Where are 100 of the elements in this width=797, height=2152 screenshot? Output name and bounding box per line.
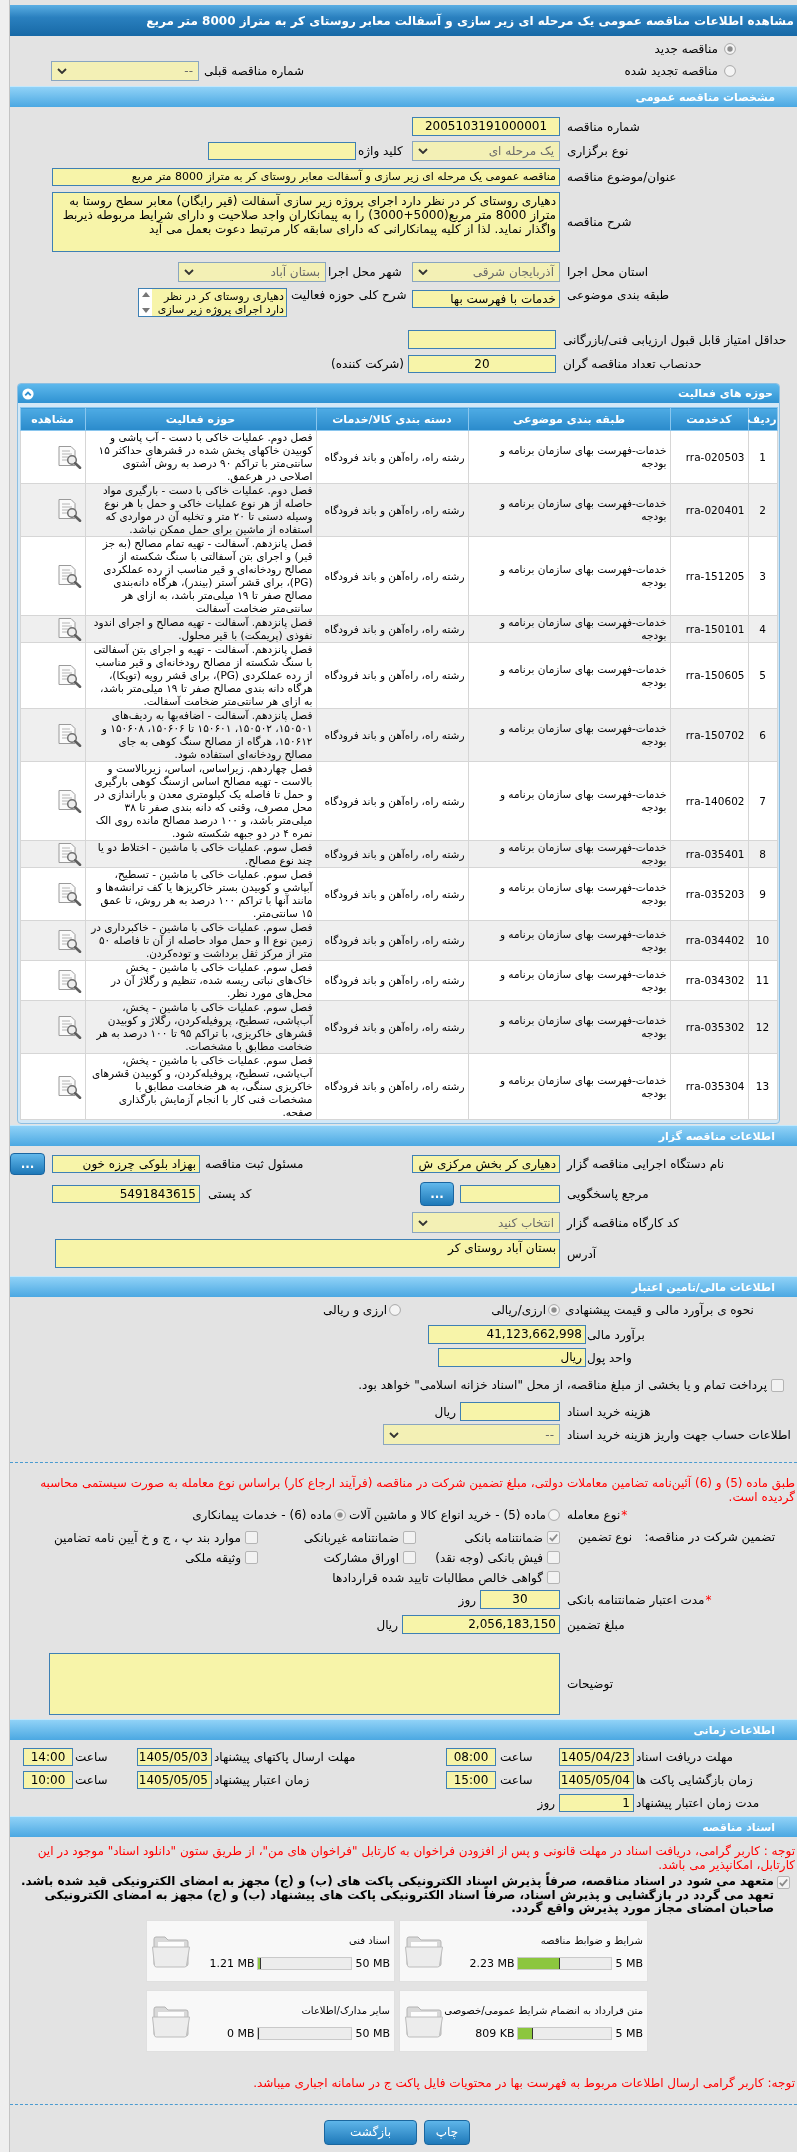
input-field[interactable]: 1405/05/03	[137, 1748, 212, 1766]
input-field[interactable]: 2,056,183,150	[402, 1615, 560, 1634]
field-label: اطلاعات حساب جهت واریز هزینه خرید اسناد	[567, 1427, 791, 1442]
notice-text: توجه: کاربر گرامی ارسال اطلاعات مربوط به فهرست بها در محتویات فایل پاکت ج در سامانه اجباری میباشد.	[252, 2075, 796, 2090]
table-cell: 1	[748, 430, 777, 484]
input-field[interactable]: خدمات با فهرست بها	[412, 290, 560, 308]
field-label: زمان اعتبار پیشنهاد	[214, 1773, 310, 1787]
field-label: مهلت دریافت اسناد	[636, 1750, 733, 1764]
document-search-icon[interactable]	[55, 1074, 82, 1099]
checkbox[interactable]	[547, 1571, 560, 1584]
input-field[interactable]: ریال	[438, 1348, 586, 1367]
input-field[interactable]: بهزاد بلوکی چرزه خون	[52, 1155, 200, 1173]
table-cell: فصل پانزدهم. آسفالت - تهیه و اجرای بتن آسفالتی با سنگ شکسته از مصالح رودخانه‌ای و قیر مناسب از رده عملکردی (PG)، برای قشر رویه (توپکا)، هرگاه دانه بندی مصالح صفر تا ۱۹ میلی‌متر باشد، به ازای هر سانتی‌متر ضخامت آسفالت.	[85, 642, 316, 709]
table-cell: rra-020503	[670, 430, 748, 484]
list-box[interactable]: دهیاری روستای کر در نظر دارد اجرای پروژه زیر سازی	[138, 288, 287, 317]
unit-label: ریال	[376, 1617, 398, 1632]
caret-icon	[184, 269, 194, 275]
table-cell: فصل سوم. عملیات خاکی با ماشین - اختلاط دو یا چند نوع مصالح.	[85, 840, 316, 868]
field-label: تضمین شرکت در مناقصه:	[644, 1530, 775, 1544]
input-field[interactable]	[460, 1185, 560, 1203]
document-search-icon[interactable]	[55, 968, 82, 993]
column-header: طبقه بندی موضوعی	[468, 407, 670, 431]
checkbox-label: اوراق مشارکت	[323, 1550, 399, 1565]
document-search-icon[interactable]	[55, 564, 82, 588]
input-field[interactable]: 1405/05/05	[137, 1771, 212, 1789]
checkbox[interactable]	[547, 1551, 560, 1564]
radio-button[interactable]	[548, 1509, 560, 1521]
input-field[interactable]: 41,123,662,998	[428, 1325, 586, 1344]
document-search-icon[interactable]	[55, 617, 82, 641]
input-field[interactable]: 30	[480, 1590, 560, 1609]
collapse-icon[interactable]	[22, 387, 34, 400]
dropdown[interactable]: یک مرحله ای	[412, 141, 560, 161]
input-field[interactable]	[460, 1402, 560, 1421]
input-field[interactable]: 08:00	[446, 1748, 496, 1766]
checkbox[interactable]	[403, 1551, 416, 1564]
table-cell: رشته راه، راه‌آهن و باند فرودگاه	[316, 867, 468, 921]
scroll-up-icon[interactable]	[141, 292, 150, 297]
column-header: ردیف	[748, 407, 777, 431]
size-limit: 5 MB	[615, 2027, 643, 2040]
input-field[interactable]: 14:00	[23, 1748, 73, 1766]
input-field[interactable]	[408, 330, 556, 349]
input-field[interactable]: 1	[559, 1794, 634, 1812]
document-search-icon[interactable]	[55, 663, 82, 688]
field-label: آدرس	[567, 1246, 597, 1261]
dropdown[interactable]: آذربایجان شرقی	[412, 262, 560, 282]
document-search-icon[interactable]	[55, 1015, 82, 1039]
checkbox[interactable]	[547, 1531, 560, 1544]
input-field[interactable]: 1405/04/23	[559, 1748, 634, 1766]
document-search-icon[interactable]	[55, 498, 82, 522]
scroll-down-icon[interactable]	[141, 308, 150, 313]
radio-button[interactable]	[389, 1304, 402, 1316]
document-search-icon[interactable]	[55, 928, 82, 953]
table-cell: خدمات-فهرست بهای سازمان برنامه و بودجه	[468, 960, 670, 1001]
checkbox[interactable]	[771, 1378, 784, 1392]
input-field[interactable]: 10:00	[23, 1771, 73, 1789]
browse-button[interactable]: ...	[10, 1153, 45, 1175]
text-area[interactable]: دهیاری روستای کر در نظر دارد اجرای پروژه زیر سازی آسفالت (قیر رایگان) معابر سطح روستا به متراز 8000 متر مربع(5000+3000) را به پیمانکاران واجد صلاحیت و دارای شرایط مربوطه ذیربط واگذار نماید. لذا از کلیه پیمانکارانی که دارای سابقه کار مرتبط دعوت بعمل می آید	[52, 192, 560, 252]
checkbox[interactable]	[245, 1551, 258, 1564]
radio-button[interactable]	[724, 65, 736, 77]
document-search-icon[interactable]	[55, 842, 82, 866]
checkbox-label: وثیقه ملکی	[184, 1550, 241, 1565]
table-cell: rra-151205	[670, 536, 748, 616]
table-cell: خدمات-فهرست بهای سازمان برنامه و بودجه	[468, 615, 670, 643]
document-search-icon[interactable]	[55, 882, 82, 906]
dropdown[interactable]: --	[383, 1424, 560, 1445]
dropdown[interactable]: --	[51, 61, 199, 81]
unit-label: ریال	[434, 1404, 456, 1419]
input-field[interactable]: 5491843615	[52, 1185, 200, 1203]
table-cell: خدمات-فهرست بهای سازمان برنامه و بودجه	[468, 483, 670, 537]
document-search-icon[interactable]	[55, 723, 82, 747]
table-cell: فصل سوم. عملیات خاکی با ماشین - پخش، آب‌پاشی، تسطیح، پروفیله‌کردن، رگلاژ و کوبیدن قشرهای خاکریزی، با تراکم ۹۵ تا ۱۰۰ درصد به هر ضخامت مطابق با مشخصات.	[85, 1000, 316, 1054]
radio-button[interactable]	[334, 1509, 346, 1521]
dropdown[interactable]: انتخاب کنید	[412, 1212, 560, 1233]
radio-button[interactable]	[724, 43, 736, 55]
table-cell: رشته راه، راه‌آهن و باند فرودگاه	[316, 483, 468, 537]
text-area[interactable]: بستان آباد روستای کر	[55, 1239, 560, 1268]
text-area[interactable]	[49, 1653, 560, 1715]
table-cell: 12	[748, 1000, 777, 1054]
input-field[interactable]: 20	[408, 355, 556, 373]
input-field[interactable]: دهیاری کر بخش مرکزی ش	[412, 1155, 560, 1173]
checkbox[interactable]	[403, 1531, 416, 1544]
table-cell: 3	[748, 536, 777, 616]
document-search-icon[interactable]	[55, 789, 82, 813]
table-cell: 6	[748, 708, 777, 762]
document-search-icon[interactable]	[55, 445, 82, 469]
checkbox[interactable]	[245, 1531, 258, 1544]
panel-title: حوزه های فعالیت	[678, 387, 773, 400]
input-field[interactable]: مناقصه عمومی یک مرحله ای زیر سازی و آسفالت معابر روستای کر به متراز 8000 متر مربع	[52, 168, 560, 186]
input-field[interactable]: 2005103191000001	[412, 117, 560, 136]
size-limit: 50 MB	[355, 1957, 390, 1970]
table-cell: 4	[748, 615, 777, 643]
radio-button[interactable]	[548, 1304, 560, 1316]
input-field[interactable]: 1405/05/04	[559, 1771, 634, 1789]
table-cell: خدمات-فهرست بهای سازمان برنامه و بودجه	[468, 867, 670, 921]
checkbox[interactable]	[777, 1876, 790, 1889]
input-field[interactable]: 15:00	[446, 1771, 496, 1789]
required-mark: *	[705, 1592, 712, 1607]
browse-button[interactable]: ...	[420, 1182, 454, 1206]
dropdown[interactable]: بستان آباد	[178, 262, 326, 282]
input-field[interactable]	[208, 142, 356, 160]
